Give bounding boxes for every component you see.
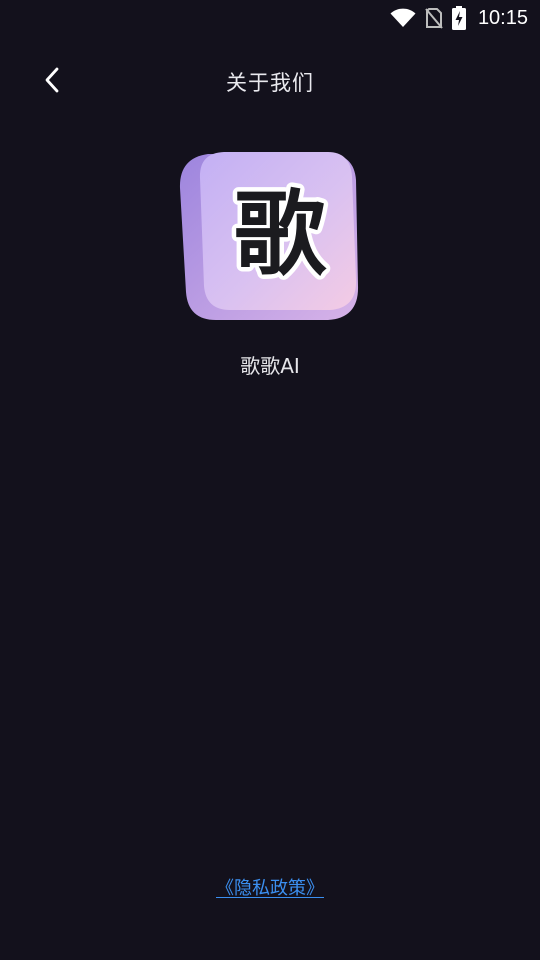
privacy-policy-container: 《隐私政策》 [0,874,540,900]
status-bar: 10:15 [0,0,540,36]
battery-charging-icon [451,6,466,30]
no-sim-icon [425,8,443,29]
app-logo: 歌 [178,148,362,324]
status-time: 10:15 [477,6,528,29]
privacy-policy-link[interactable]: 《隐私政策》 [216,878,324,899]
status-icons: 10:15 [390,6,528,30]
page-title: 关于我们 [226,71,314,95]
about-us-screen: 10:15 关于我们 歌 歌歌AI 《隐私政策》 [0,0,540,960]
logo-glyph: 歌 [234,181,327,288]
app-name: 歌歌AI [240,354,300,378]
top-app-bar: 关于我们 [0,50,540,110]
wifi-icon [390,8,416,27]
